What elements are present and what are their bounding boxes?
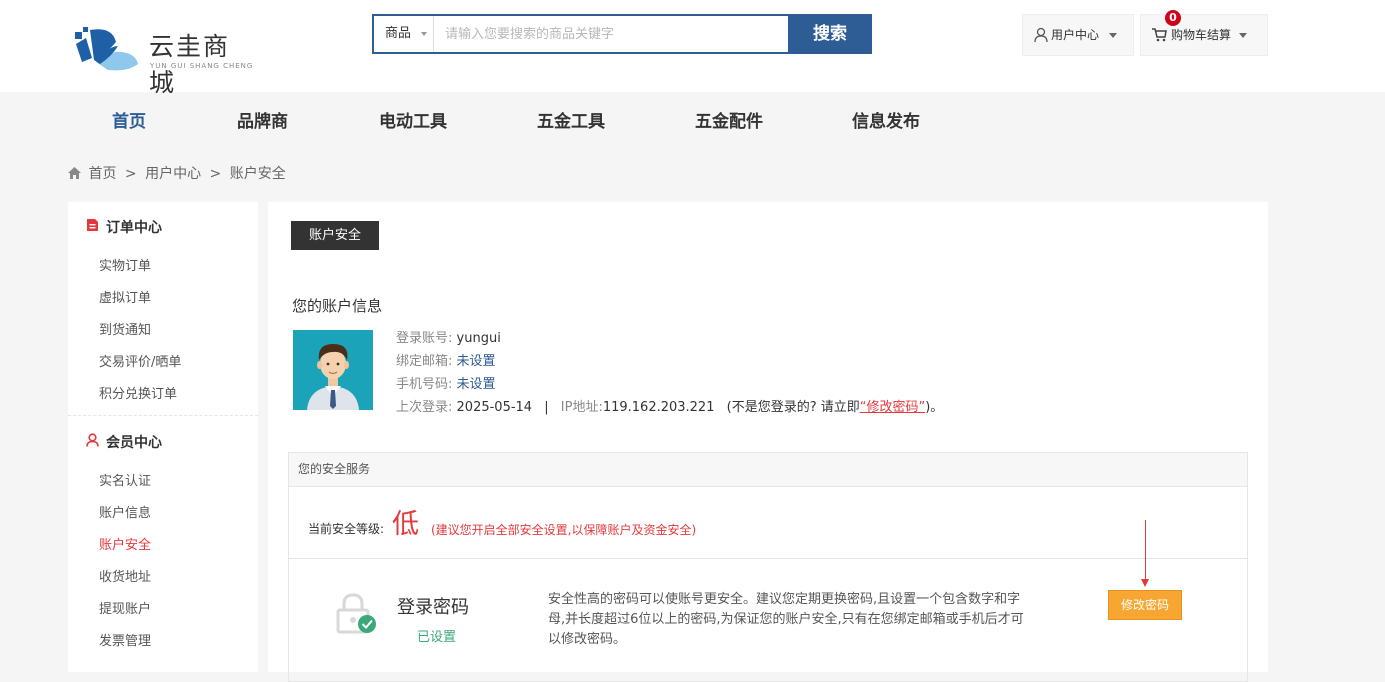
email-line: 绑定邮箱: 未设置	[396, 350, 496, 369]
annotation-arrow-head-icon	[1141, 579, 1149, 587]
last-login-line: 上次登录: 2025-05-14 | IP地址:119.162.203.221 …	[396, 396, 943, 415]
logo-mark-icon	[75, 27, 138, 71]
sidebar-item-arrival-notice[interactable]: 到货通知	[99, 319, 151, 338]
account-info-title: 您的账户信息	[292, 297, 383, 315]
search-category-label: 商品	[385, 26, 412, 41]
sidebar-item-account-security[interactable]: 账户安全	[99, 534, 151, 553]
email-value-link[interactable]: 未设置	[457, 354, 496, 369]
cart-dropdown[interactable]: 0 购物车结算	[1140, 10, 1268, 56]
breadcrumb-separator: >	[124, 166, 137, 182]
sidebar-group-title: 会员中心	[106, 435, 162, 451]
breadcrumb: 首页 > 用户中心 > 账户安全	[68, 163, 290, 183]
login-account-value: yungui	[456, 331, 501, 346]
tab-account-security[interactable]: 账户安全	[291, 221, 379, 250]
breadcrumb-current: 账户安全	[229, 166, 286, 182]
sidebar: 订单中心 实物订单 虚拟订单 到货通知 交易评价/晒单 积分兑换订单 会员中心 …	[68, 202, 258, 672]
chevron-down-icon	[1239, 33, 1247, 38]
nav-item-hardware-parts[interactable]: 五金配件	[695, 107, 763, 132]
search-button[interactable]: 搜索	[788, 16, 872, 52]
login-password-row: 登录密码 已设置 安全性高的密码可以使账号更安全。建议您定期更换密码,且设置一个…	[289, 560, 1247, 680]
breadcrumb-home[interactable]: 首页	[88, 166, 116, 182]
search-input[interactable]	[435, 16, 787, 52]
site-logo[interactable]: 云圭商城 YUN GUI SHANG CHENG	[72, 24, 254, 97]
login-password-status: 已设置	[417, 630, 457, 645]
nav-item-hardware-tools[interactable]: 五金工具	[537, 107, 605, 132]
email-label: 绑定邮箱:	[396, 354, 453, 369]
nav-item-info-publish[interactable]: 信息发布	[852, 107, 920, 132]
security-level-label: 当前安全等级:	[308, 522, 385, 536]
ip-label: IP地址:	[560, 400, 603, 415]
login-account-line: 登录账号: yungui	[396, 327, 501, 346]
home-icon	[68, 167, 81, 179]
user-avatar-icon	[307, 344, 359, 410]
site-header: 云圭商城 YUN GUI SHANG CHENG 商品 搜索 用户中心 0 购物…	[0, 0, 1385, 97]
last-login-label: 上次登录:	[396, 400, 453, 415]
sidebar-item-physical-orders[interactable]: 实物订单	[99, 255, 151, 274]
security-level-value: 低	[392, 509, 419, 540]
phone-value-link[interactable]: 未设置	[457, 377, 496, 392]
login-password-description: 安全性高的密码可以使账号更安全。建议您定期更换密码,且设置一个包含数字和字母,并…	[548, 592, 1024, 647]
sidebar-divider	[68, 415, 258, 416]
sidebar-item-invoice[interactable]: 发票管理	[99, 630, 151, 649]
change-password-link[interactable]: “修改密码”	[860, 400, 925, 415]
login-account-label: 登录账号:	[396, 331, 453, 346]
cart-label: 购物车结算	[1171, 28, 1232, 42]
cart-icon	[1152, 28, 1167, 42]
user-center-label: 用户中心	[1051, 28, 1100, 42]
nav-item-power-tools[interactable]: 电动工具	[379, 107, 447, 132]
security-services-title: 您的安全服务	[289, 453, 1247, 487]
sidebar-item-points-orders[interactable]: 积分兑换订单	[99, 383, 177, 402]
lock-icon	[336, 593, 376, 634]
avatar	[293, 330, 373, 410]
main-nav: 首页 品牌商 电动工具 五金工具 五金配件 信息发布	[0, 92, 1385, 142]
change-password-button[interactable]: 修改密码	[1108, 590, 1182, 620]
main-panel: 账户安全 您的账户信息 登录账号: yungui 绑定邮箱: 未设置 手机号码:…	[268, 202, 1268, 682]
phone-label: 手机号码:	[396, 377, 453, 392]
breadcrumb-user-center[interactable]: 用户中心	[145, 166, 201, 182]
warning-prefix: (不是您登录的? 请立即	[726, 400, 860, 415]
warning-suffix: )。	[925, 400, 944, 415]
nav-item-home[interactable]: 首页	[112, 107, 146, 132]
breadcrumb-separator: >	[209, 166, 222, 182]
order-icon	[87, 219, 98, 231]
annotation-arrow-line	[1145, 520, 1146, 582]
last-login-date: 2025-05-14	[456, 400, 533, 415]
chevron-down-icon	[421, 32, 427, 36]
sidebar-item-virtual-orders[interactable]: 虚拟订单	[99, 287, 151, 306]
logo-subtitle: YUN GUI SHANG CHENG	[150, 62, 254, 70]
sidebar-item-reviews[interactable]: 交易评价/晒单	[99, 351, 181, 370]
search-category-select[interactable]: 商品	[374, 16, 434, 52]
sidebar-item-account-info[interactable]: 账户信息	[99, 502, 151, 521]
sidebar-item-address[interactable]: 收货地址	[99, 566, 151, 585]
security-level-row: 当前安全等级: 低 (建议您开启全部安全设置,以保障账户及资金安全)	[289, 487, 1247, 559]
sidebar-item-withdraw-account[interactable]: 提现账户	[99, 598, 151, 617]
nav-item-brands[interactable]: 品牌商	[237, 107, 288, 132]
search-bar: 商品 搜索	[372, 14, 872, 54]
user-icon	[1034, 27, 1048, 43]
sidebar-group-title: 订单中心	[106, 220, 162, 236]
chevron-down-icon	[1109, 33, 1117, 38]
security-services-box: 您的安全服务 当前安全等级: 低 (建议您开启全部安全设置,以保障账户及资金安全…	[288, 452, 1248, 682]
info-separator: |	[544, 400, 549, 415]
user-center-dropdown[interactable]: 用户中心	[1022, 14, 1134, 56]
ip-value: 119.162.203.221	[602, 400, 715, 415]
phone-line: 手机号码: 未设置	[396, 373, 496, 392]
security-level-tip: (建议您开启全部安全设置,以保障账户及资金安全)	[431, 523, 697, 537]
member-icon	[86, 433, 99, 447]
login-password-title: 登录密码	[397, 597, 469, 618]
sidebar-item-real-name[interactable]: 实名认证	[99, 470, 151, 489]
